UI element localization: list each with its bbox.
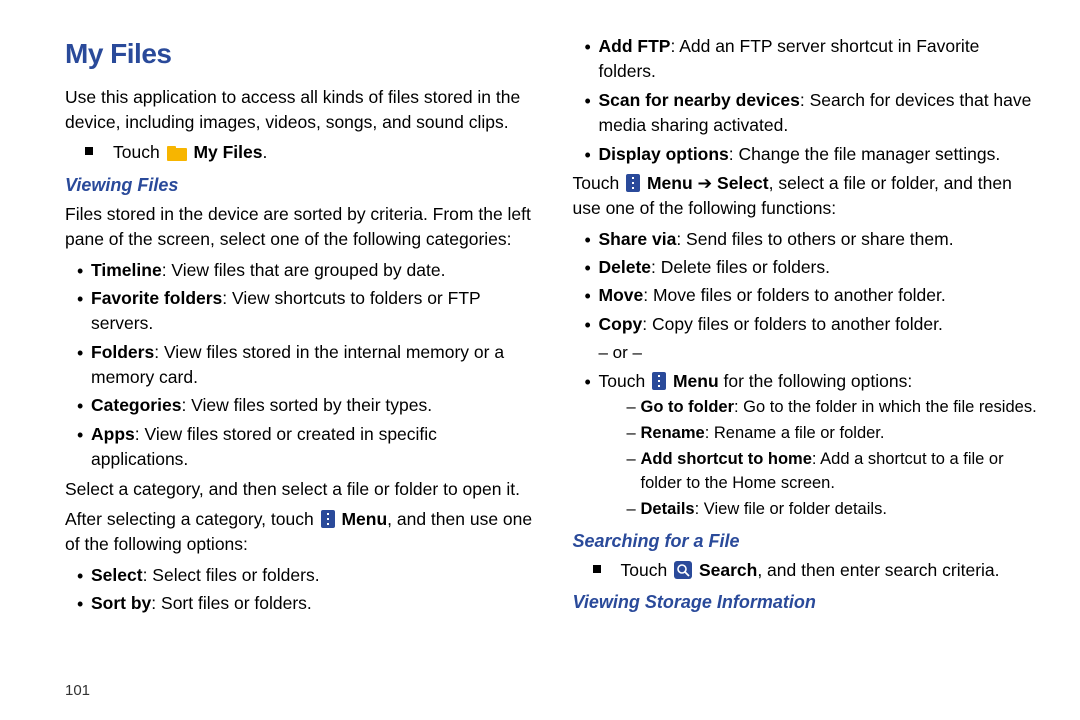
- list-item: Rename: Rename a file or folder.: [627, 422, 1041, 446]
- section-heading-storage: Viewing Storage Information: [573, 589, 1041, 615]
- list-item: Sort by: Sort files or folders.: [77, 591, 533, 616]
- folder-icon: [167, 145, 187, 161]
- list-item: Scan for nearby devices: Search for devi…: [585, 88, 1041, 139]
- intro-paragraph: Use this application to access all kinds…: [65, 85, 533, 136]
- list-item: Favorite folders: View shortcuts to fold…: [77, 286, 533, 337]
- search-icon: [674, 561, 692, 579]
- list-item: Add shortcut to home: Add a shortcut to …: [627, 448, 1041, 496]
- list-item: Touch Menu for the following options: Go…: [585, 369, 1041, 522]
- list-item: Select: Select files or folders.: [77, 563, 533, 588]
- page-number: 101: [65, 680, 90, 702]
- list-item: Categories: View files sorted by their t…: [77, 393, 533, 418]
- viewing-files-intro: Files stored in the device are sorted by…: [65, 202, 533, 253]
- or-divider: – or –: [599, 341, 1041, 366]
- options-list-2: Share via: Send files to others or share…: [585, 227, 1041, 338]
- menu-icon: [321, 510, 335, 528]
- options-list-3: Touch Menu for the following options: Go…: [585, 369, 1041, 522]
- list-item: Apps: View files stored or created in sp…: [77, 422, 533, 473]
- list-item: Display options: Change the file manager…: [585, 142, 1041, 167]
- list-item: Move: Move files or folders to another f…: [585, 283, 1041, 308]
- select-category-line: Select a category, and then select a fil…: [65, 477, 533, 502]
- list-item: Timeline: View files that are grouped by…: [77, 258, 533, 283]
- search-step: Touch Search, and then enter search crit…: [593, 558, 1041, 583]
- sub-options-list: Go to folder: Go to the folder in which …: [627, 396, 1041, 522]
- section-heading-searching: Searching for a File: [573, 528, 1041, 554]
- list-item: Details: View file or folder details.: [627, 498, 1041, 522]
- square-bullet-icon: [85, 147, 93, 155]
- list-item: Copy: Copy files or folders to another f…: [585, 312, 1041, 337]
- menu-icon: [652, 372, 666, 390]
- list-item: Go to folder: Go to the folder in which …: [627, 396, 1041, 420]
- after-select-line: After selecting a category, touch Menu, …: [65, 507, 533, 558]
- square-bullet-icon: [593, 565, 601, 573]
- menu-icon: [626, 174, 640, 192]
- list-item: Folders: View files stored in the intern…: [77, 340, 533, 391]
- list-item: Add FTP: Add an FTP server shortcut in F…: [585, 34, 1041, 85]
- touch-my-files-step: Touch My Files.: [85, 140, 533, 165]
- page-body: My Files Use this application to access …: [65, 34, 1040, 664]
- list-item: Share via: Send files to others or share…: [585, 227, 1041, 252]
- section-heading-viewing-files: Viewing Files: [65, 172, 533, 198]
- touch-menu-select-line: Touch Menu ➔ Select, select a file or fo…: [573, 171, 1041, 222]
- list-item: Delete: Delete files or folders.: [585, 255, 1041, 280]
- category-list: Timeline: View files that are grouped by…: [77, 258, 533, 473]
- page-title: My Files: [65, 34, 533, 75]
